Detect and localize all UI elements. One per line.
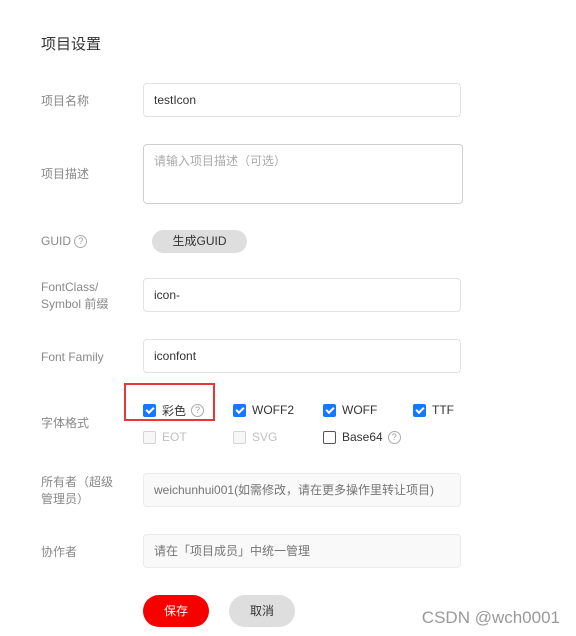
checkbox-checked-icon[interactable]: [233, 403, 246, 417]
owner-label: 所有者（超级 管理员）: [41, 475, 114, 506]
name-input[interactable]: [143, 83, 461, 117]
cancel-button[interactable]: 取消: [229, 595, 295, 627]
save-button[interactable]: 保存: [143, 595, 209, 627]
checkbox-eot: EOT: [143, 429, 187, 445]
name-label: 项目名称: [41, 94, 90, 108]
checkbox-disabled-icon: [143, 430, 156, 444]
checkbox-svg: SVG: [233, 429, 277, 445]
prefix-input[interactable]: [143, 278, 461, 312]
question-circle-icon[interactable]: ?: [387, 430, 401, 444]
checkbox-woff[interactable]: WOFF: [323, 402, 377, 418]
page-title: 项目设置: [41, 36, 102, 53]
collaborator-label: 协作者: [41, 545, 78, 559]
guid-label: GUID: [41, 234, 71, 248]
font-family-input[interactable]: [143, 339, 461, 373]
owner-input: [143, 473, 461, 507]
question-circle-icon[interactable]: ?: [191, 403, 205, 417]
checkbox-base64[interactable]: Base64 ?: [323, 429, 401, 445]
watermark: CSDN @wch0001: [421, 608, 560, 627]
font-format-label: 字体格式: [41, 416, 90, 430]
checkbox-color[interactable]: 彩色 ?: [143, 402, 205, 418]
checkbox-checked-icon[interactable]: [143, 403, 156, 417]
description-textarea[interactable]: 请输入项目描述（可选）: [143, 144, 463, 204]
checkbox-ttf[interactable]: TTF: [413, 402, 454, 418]
checkbox-disabled-icon: [233, 430, 246, 444]
prefix-label: FontClass/ Symbol 前缀: [41, 280, 109, 311]
generate-guid-button[interactable]: 生成GUID: [152, 230, 247, 253]
description-label: 项目描述: [41, 167, 90, 181]
checkbox-checked-icon[interactable]: [413, 403, 426, 417]
font-family-label: Font Family: [41, 350, 104, 364]
checkbox-woff2[interactable]: WOFF2: [233, 402, 294, 418]
checkbox-unchecked-icon[interactable]: [323, 430, 336, 444]
question-circle-icon[interactable]: ?: [74, 235, 88, 249]
collaborator-input: [143, 534, 461, 568]
checkbox-checked-icon[interactable]: [323, 403, 336, 417]
guid-label-row: GUID ?: [41, 233, 88, 250]
